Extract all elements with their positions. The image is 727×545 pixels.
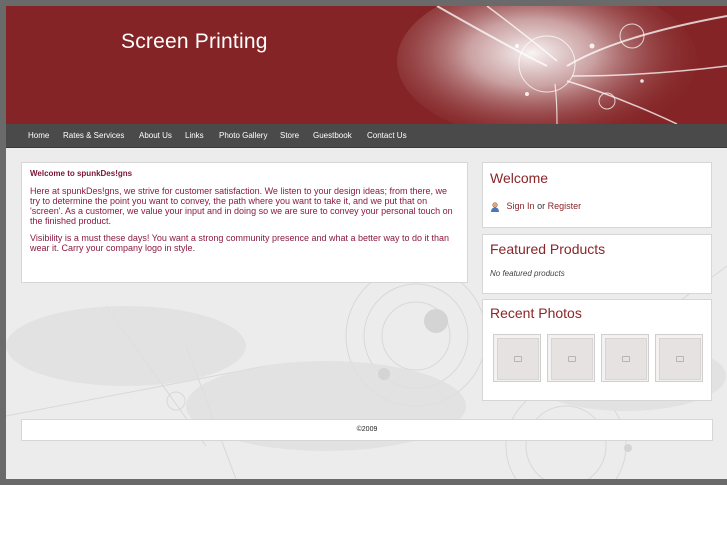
featured-products-box: Featured Products No featured products [482, 234, 712, 294]
register-link[interactable]: Register [548, 201, 582, 211]
main-heading: Welcome to spunkDes!gns [30, 169, 133, 178]
site-footer: ©2009 [21, 419, 713, 441]
visibility-paragraph: Visibility is a must these days! You wan… [30, 233, 450, 253]
thumbnail-placeholder [551, 338, 593, 380]
no-featured-text: No featured products [490, 269, 565, 278]
featured-products-title: Featured Products [490, 241, 606, 257]
sign-in-row: Sign In or Register [490, 201, 581, 212]
thumbnail-placeholder [659, 338, 701, 380]
header-burst-graphic [397, 6, 727, 124]
welcome-box: Welcome Sign In or Register [482, 162, 712, 228]
thumbnail-placeholder [497, 338, 539, 380]
photo-thumbnail[interactable] [547, 334, 595, 382]
photo-thumbnail[interactable] [655, 334, 703, 382]
sign-in-link[interactable]: Sign In [507, 201, 535, 211]
recent-photos-box: Recent Photos [482, 299, 712, 401]
camera-icon [676, 356, 684, 362]
welcome-title: Welcome [490, 170, 549, 186]
nav-about-us[interactable]: About Us [139, 124, 172, 147]
intro-paragraph: Here at spunkDes!gns, we strive for cust… [30, 186, 453, 226]
nav-rates-services[interactable]: Rates & Services [63, 124, 124, 147]
nav-contact-us[interactable]: Contact Us [367, 124, 407, 147]
browser-frame: Screen Printing Home Rates & Services Ab… [0, 0, 727, 485]
camera-icon [568, 356, 576, 362]
thumbnail-placeholder [605, 338, 647, 380]
copyright-text: ©2009 [356, 426, 378, 433]
nav-guestbook[interactable]: Guestbook [313, 124, 352, 147]
photo-thumbnail[interactable] [493, 334, 541, 382]
camera-icon [514, 356, 522, 362]
user-icon [491, 202, 499, 212]
recent-photos-title: Recent Photos [490, 305, 582, 321]
site-title: Screen Printing [121, 30, 268, 53]
camera-icon [622, 356, 630, 362]
nav-home[interactable]: Home [28, 124, 49, 147]
page: Screen Printing Home Rates & Services Ab… [6, 6, 727, 479]
nav-links[interactable]: Links [185, 124, 204, 147]
or-text: or [537, 201, 546, 211]
photo-thumbnail[interactable] [601, 334, 649, 382]
main-nav: Home Rates & Services About Us Links Pho… [6, 124, 727, 148]
main-content: Welcome to spunkDes!gns Here at spunkDes… [21, 162, 468, 283]
site-header: Screen Printing [6, 6, 727, 124]
nav-photo-gallery[interactable]: Photo Gallery [219, 124, 267, 147]
nav-store[interactable]: Store [280, 124, 299, 147]
